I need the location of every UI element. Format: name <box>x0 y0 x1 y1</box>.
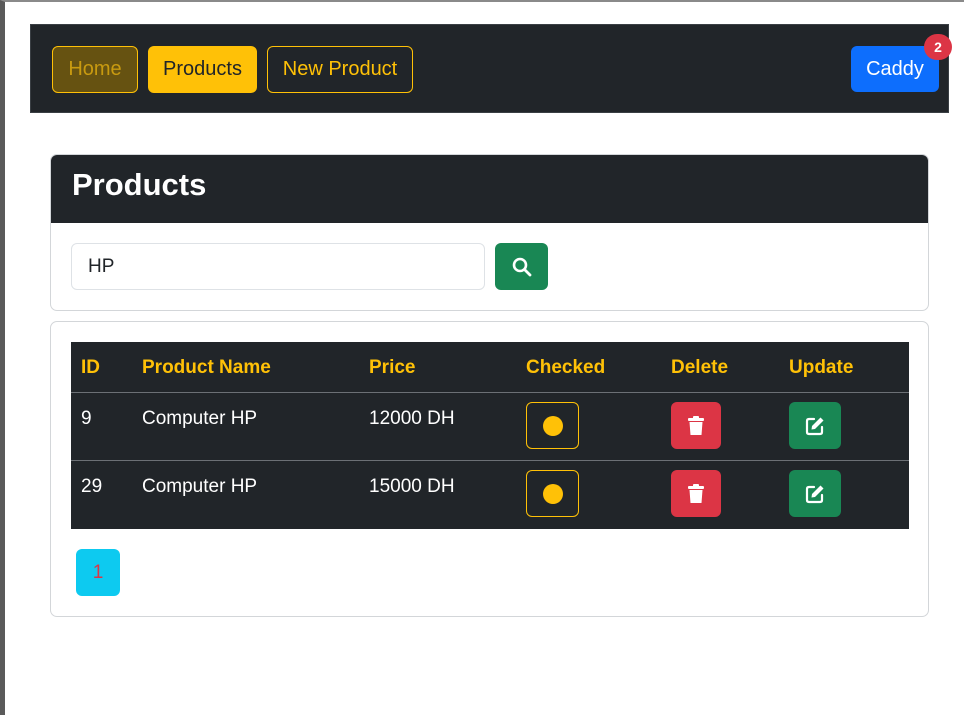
browser-frame: Home Products New Product Caddy 2 Produc… <box>0 0 964 715</box>
row-divider <box>71 460 909 461</box>
header-checked: Checked <box>526 357 606 378</box>
products-search-card: Products <box>50 154 929 311</box>
update-button[interactable] <box>789 470 841 517</box>
caddy-count-badge: 2 <box>924 34 952 60</box>
products-table-card: ID Product Name Price Checked Delete Upd… <box>50 321 929 617</box>
navbar: Home Products New Product Caddy 2 <box>30 24 952 113</box>
cell-product-name: Computer HP <box>142 408 258 429</box>
check-button[interactable] <box>526 470 579 517</box>
delete-button[interactable] <box>671 470 721 517</box>
header-delete: Delete <box>671 357 729 378</box>
header-id: ID <box>81 357 100 378</box>
trash-icon <box>688 483 704 503</box>
table-row: 9 Computer HP 12000 DH <box>71 392 909 460</box>
cell-product-name: Computer HP <box>142 476 258 497</box>
page-title: Products <box>72 167 207 202</box>
card-header: Products <box>51 155 928 223</box>
nav-new-product-button[interactable]: New Product <box>267 46 413 93</box>
row-divider <box>71 392 909 393</box>
update-button[interactable] <box>789 402 841 449</box>
cell-price: 12000 DH <box>369 408 455 429</box>
search-icon <box>512 257 531 276</box>
trash-icon <box>688 415 704 435</box>
header-product-name: Product Name <box>142 357 271 378</box>
cell-id: 29 <box>81 476 103 497</box>
search-input[interactable] <box>71 243 485 290</box>
search-button[interactable] <box>495 243 548 290</box>
check-button[interactable] <box>526 402 579 449</box>
edit-icon <box>805 485 824 503</box>
nav-home-button[interactable]: Home <box>52 46 138 93</box>
cell-id: 9 <box>81 408 92 429</box>
cell-price: 15000 DH <box>369 476 455 497</box>
edit-icon <box>805 417 824 435</box>
header-update: Update <box>789 357 854 378</box>
header-price: Price <box>369 357 416 378</box>
circle-icon <box>542 415 563 436</box>
circle-icon <box>542 483 563 504</box>
pagination-page-button[interactable]: 1 <box>76 549 120 596</box>
nav-products-button[interactable]: Products <box>148 46 257 93</box>
table-row: 29 Computer HP 15000 DH <box>71 460 909 528</box>
delete-button[interactable] <box>671 402 721 449</box>
products-table: ID Product Name Price Checked Delete Upd… <box>71 342 909 529</box>
